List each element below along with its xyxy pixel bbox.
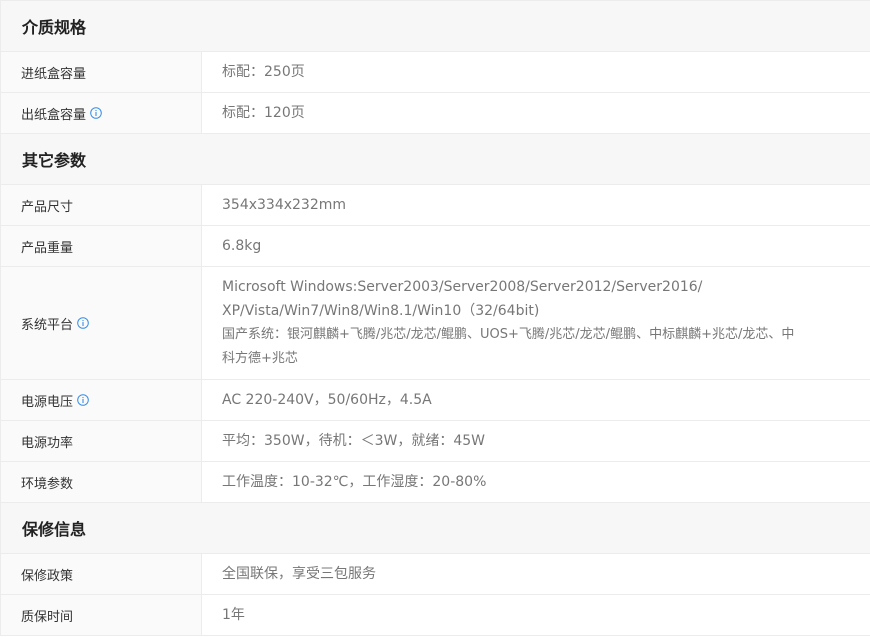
section-title: 保修信息 bbox=[22, 520, 87, 539]
spec-label: 出纸盒容量 bbox=[21, 107, 87, 123]
spec-label-cell: 系统平台 bbox=[1, 267, 202, 379]
spec-table: 介质规格 进纸盒容量 标配：250页 出纸盒容量 标配：120页 其它参数 产品… bbox=[0, 0, 870, 636]
section-header-warranty: 保修信息 bbox=[1, 503, 870, 554]
spec-label-cell: 环境参数 bbox=[1, 462, 202, 502]
spec-value: 标配：250页 bbox=[222, 64, 305, 80]
spec-value: 全国联保，享受三包服务 bbox=[222, 566, 376, 582]
spec-value: 标配：120页 bbox=[222, 105, 305, 121]
spec-label: 电源功率 bbox=[21, 435, 74, 451]
spec-label: 系统平台 bbox=[21, 317, 74, 333]
spec-row-os-platform: 系统平台 Microsoft Windows:Server2003/Server… bbox=[1, 267, 870, 380]
spec-value: 1年 bbox=[222, 607, 245, 623]
spec-label-cell: 保修政策 bbox=[1, 554, 202, 594]
spec-label: 环境参数 bbox=[21, 476, 74, 492]
spec-row-warranty-period: 质保时间 1年 bbox=[1, 595, 870, 636]
spec-value-line: XP/Vista/Win7/Win8/Win8.1/Win10（32/64bit… bbox=[222, 303, 540, 319]
spec-row-warranty-policy: 保修政策 全国联保，享受三包服务 bbox=[1, 554, 870, 595]
info-icon[interactable] bbox=[77, 394, 89, 406]
spec-label: 进纸盒容量 bbox=[21, 66, 87, 82]
spec-row-dimensions: 产品尺寸 354x334x232mm bbox=[1, 185, 870, 226]
spec-value-line: 科方德+兆芯 bbox=[222, 351, 298, 366]
spec-value: 平均：350W，待机：＜3W，就绪：45W bbox=[222, 433, 485, 449]
spec-value: 工作温度：10-32℃，工作湿度：20-80% bbox=[222, 474, 487, 490]
spec-value: 354x334x232mm bbox=[222, 197, 347, 213]
spec-value-cell: 标配：250页 bbox=[202, 52, 870, 92]
section-title: 其它参数 bbox=[22, 151, 87, 170]
spec-label: 产品重量 bbox=[21, 240, 74, 256]
info-icon[interactable] bbox=[77, 317, 89, 329]
spec-value-cell: 全国联保，享受三包服务 bbox=[202, 554, 870, 594]
spec-label-cell: 出纸盒容量 bbox=[1, 93, 202, 133]
spec-value-cell: 平均：350W，待机：＜3W，就绪：45W bbox=[202, 421, 870, 461]
spec-label-cell: 电源电压 bbox=[1, 380, 202, 420]
spec-value-line: Microsoft Windows:Server2003/Server2008/… bbox=[222, 279, 703, 295]
spec-label: 产品尺寸 bbox=[21, 199, 74, 215]
section-header-media: 介质规格 bbox=[1, 1, 870, 52]
info-icon[interactable] bbox=[90, 107, 102, 119]
spec-value-cell: 工作温度：10-32℃，工作湿度：20-80% bbox=[202, 462, 870, 502]
spec-row-input-tray: 进纸盒容量 标配：250页 bbox=[1, 52, 870, 93]
spec-row-output-tray: 出纸盒容量 标配：120页 bbox=[1, 93, 870, 134]
spec-label-cell: 进纸盒容量 bbox=[1, 52, 202, 92]
spec-value: AC 220-240V，50/60Hz，4.5A bbox=[222, 392, 432, 408]
spec-label: 保修政策 bbox=[21, 568, 74, 584]
spec-label-cell: 质保时间 bbox=[1, 595, 202, 635]
spec-value-cell: 标配：120页 bbox=[202, 93, 870, 133]
spec-label-cell: 产品尺寸 bbox=[1, 185, 202, 225]
spec-value-line: 国产系统：银河麒麟+飞腾/兆芯/龙芯/鲲鹏、UOS+飞腾/兆芯/龙芯/鲲鹏、中标… bbox=[222, 327, 795, 342]
spec-value-cell: 354x334x232mm bbox=[202, 185, 870, 225]
section-title: 介质规格 bbox=[22, 18, 87, 37]
section-header-other: 其它参数 bbox=[1, 134, 870, 185]
spec-value-cell: 1年 bbox=[202, 595, 870, 635]
spec-label-cell: 电源功率 bbox=[1, 421, 202, 461]
spec-label: 电源电压 bbox=[21, 394, 74, 410]
spec-row-voltage: 电源电压 AC 220-240V，50/60Hz，4.5A bbox=[1, 380, 870, 421]
spec-value: 6.8kg bbox=[222, 238, 262, 254]
spec-row-power: 电源功率 平均：350W，待机：＜3W，就绪：45W bbox=[1, 421, 870, 462]
spec-value-cell: 6.8kg bbox=[202, 226, 870, 266]
spec-value-cell: AC 220-240V，50/60Hz，4.5A bbox=[202, 380, 870, 420]
spec-value-multiline: Microsoft Windows:Server2003/Server2008/… bbox=[222, 275, 794, 371]
spec-row-weight: 产品重量 6.8kg bbox=[1, 226, 870, 267]
spec-value-cell: Microsoft Windows:Server2003/Server2008/… bbox=[202, 267, 870, 379]
spec-label: 质保时间 bbox=[21, 609, 74, 625]
spec-row-environment: 环境参数 工作温度：10-32℃，工作湿度：20-80% bbox=[1, 462, 870, 503]
spec-label-cell: 产品重量 bbox=[1, 226, 202, 266]
